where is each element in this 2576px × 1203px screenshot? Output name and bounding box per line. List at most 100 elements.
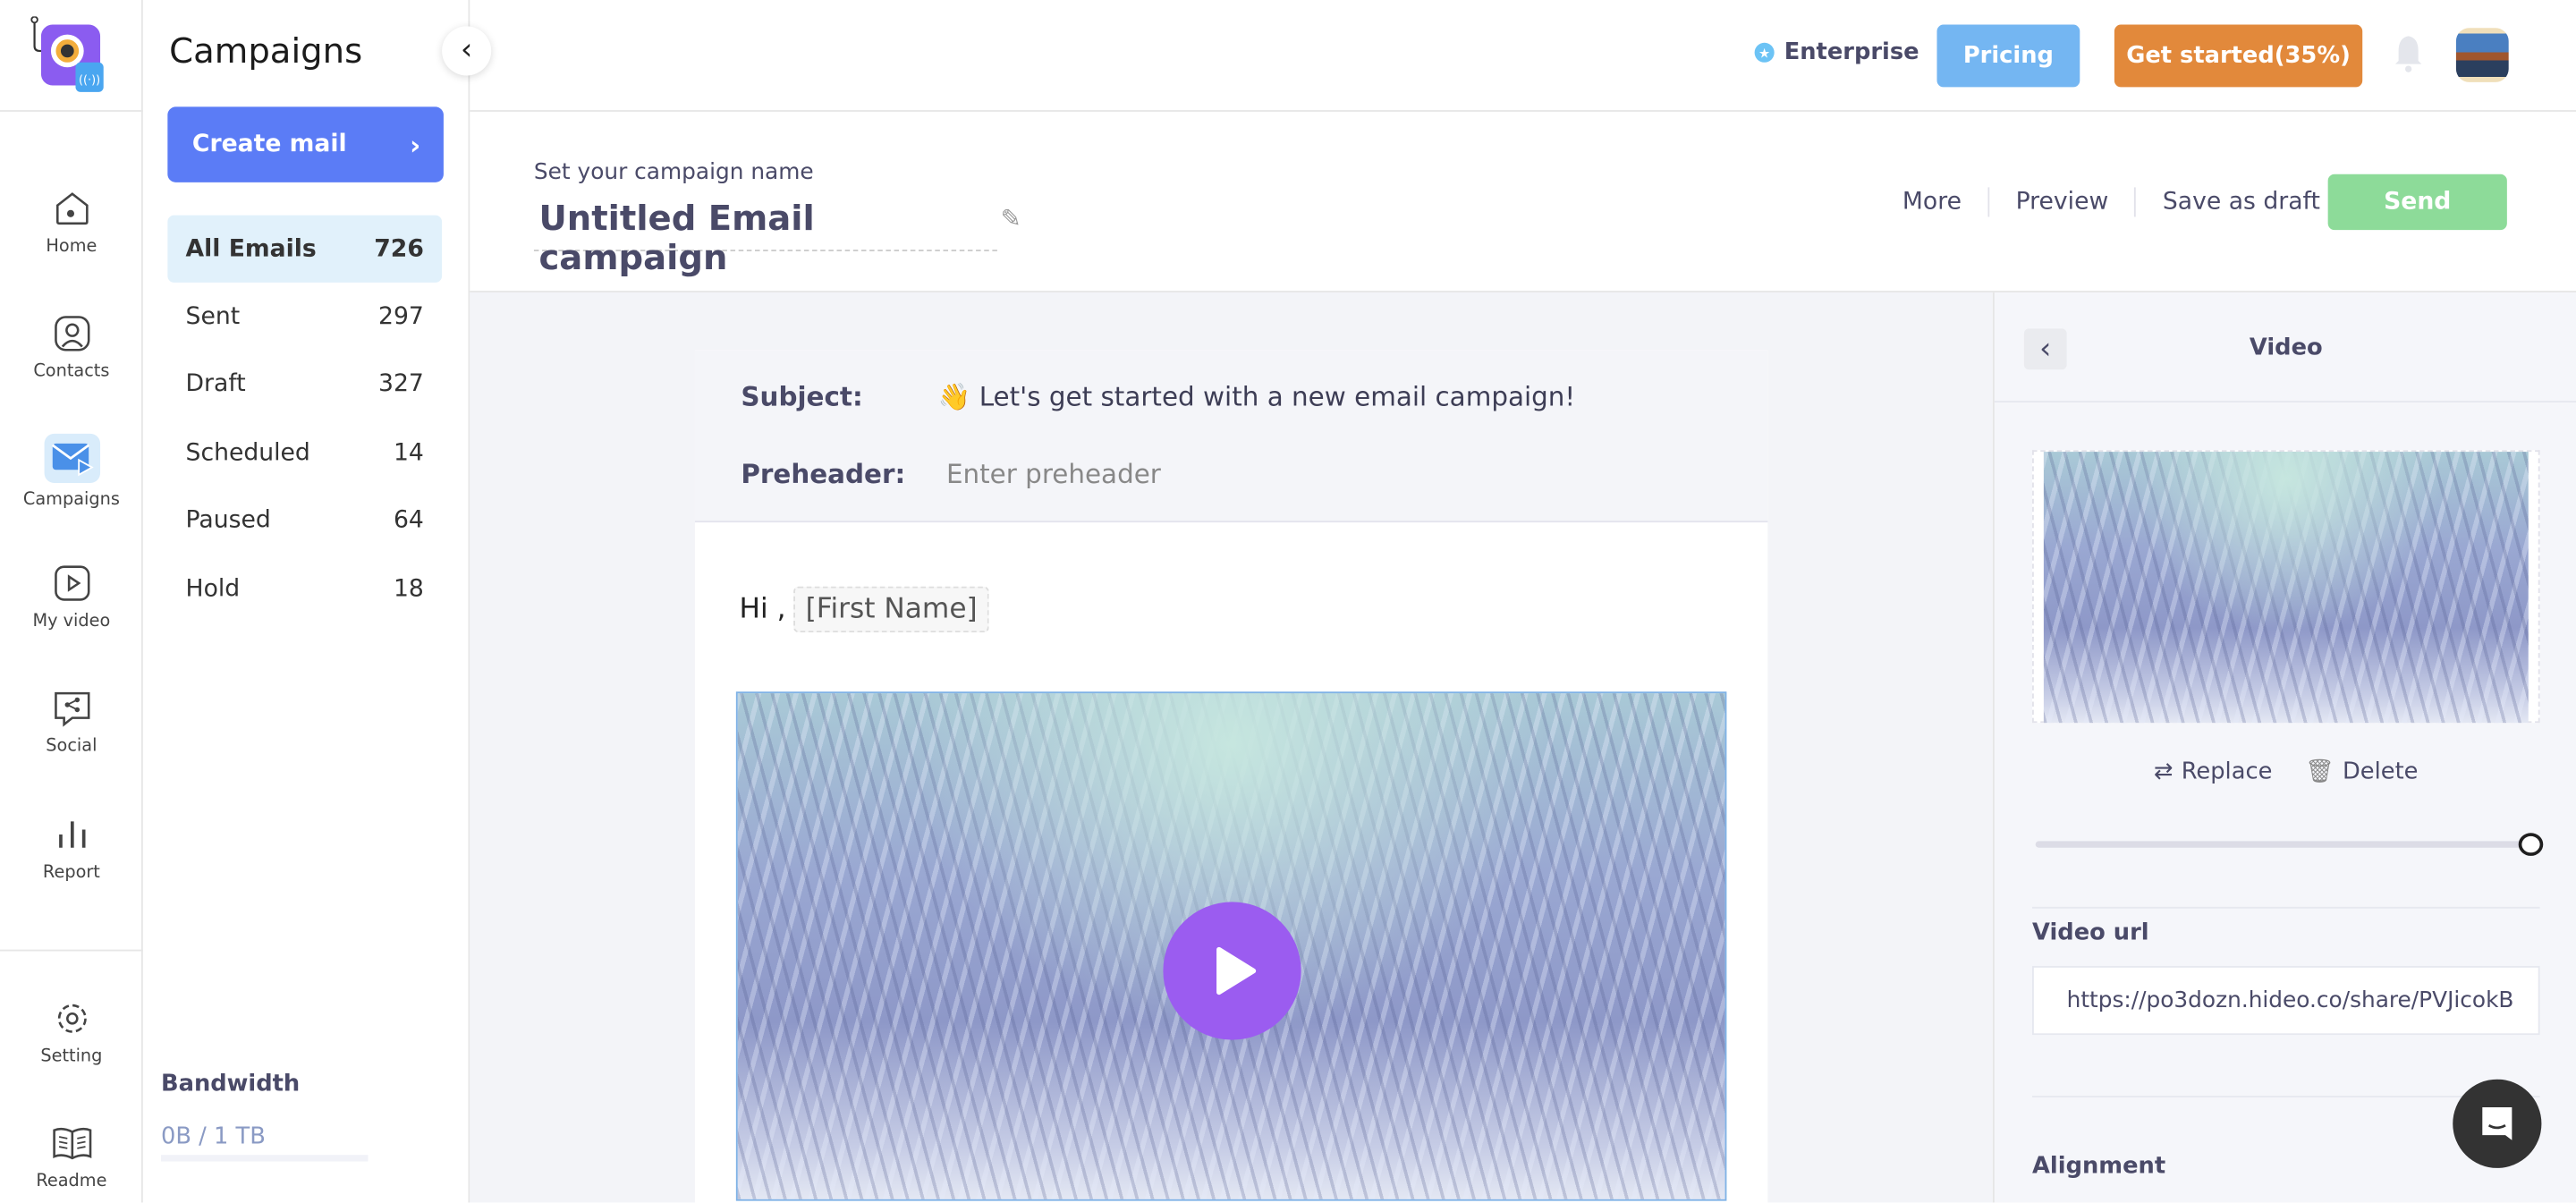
get-started-button[interactable]: Get started(35%) (2114, 24, 2363, 88)
send-button[interactable]: Send (2327, 174, 2507, 231)
play-icon (1216, 946, 1257, 995)
avatar[interactable] (2455, 28, 2509, 82)
nav-label: Readme (36, 1171, 107, 1191)
plan-badge: ★ Enterprise (1754, 39, 1919, 66)
save-draft-button[interactable]: Save as draft (2163, 189, 2320, 215)
video-block[interactable] (735, 691, 1727, 1201)
replace-icon: ⇄ (2153, 758, 2174, 785)
nav-campaigns[interactable]: Campaigns (0, 433, 143, 532)
video-settings-panel: ‹ Video ⇄ Replace 🗑 Delete Video url https… (1992, 292, 2576, 1203)
contacts-icon (50, 312, 93, 355)
replace-button[interactable]: ⇄ Replace (2154, 759, 2272, 785)
panel-title: Campaigns (169, 30, 363, 71)
nav-setting[interactable]: Setting (0, 997, 143, 1096)
preheader-input[interactable]: Enter preheader (946, 458, 1161, 489)
folder-count: 14 (393, 439, 424, 467)
campaign-name-input[interactable]: Untitled Email campaign (533, 199, 997, 277)
bell-icon[interactable] (2394, 35, 2423, 74)
bandwidth-bar (160, 1155, 369, 1162)
replace-label: Replace (2181, 758, 2273, 785)
folder-count: 297 (378, 303, 424, 330)
subject-label: Subject: (741, 381, 863, 413)
folder-label: All Emails (185, 235, 317, 262)
folder-count: 64 (393, 507, 424, 535)
book-icon (50, 1122, 93, 1165)
nav-my-video[interactable]: My video (0, 562, 143, 660)
chat-button[interactable] (2453, 1079, 2542, 1168)
star-icon: ★ (1754, 42, 1775, 63)
bandwidth-value: 0B / 1 TB (160, 1123, 266, 1150)
pricing-button[interactable]: Pricing (1936, 24, 2080, 88)
nav-label: Report (42, 862, 100, 883)
pencil-icon[interactable]: ✎ (1001, 204, 1021, 233)
divider (2134, 187, 2137, 217)
preheader-label: Preheader: (741, 458, 906, 490)
folder-paused[interactable]: Paused 64 (167, 487, 442, 555)
subject-input[interactable]: 👋 Let's get started with a new email cam… (938, 381, 1575, 412)
folder-label: Sent (185, 303, 241, 330)
nav-label: Contacts (33, 361, 110, 382)
delete-label: Delete (2343, 758, 2419, 785)
video-thumbnail (2043, 452, 2529, 724)
slider-handle[interactable] (2518, 833, 2544, 856)
chevron-right-icon: › (410, 129, 421, 161)
video-url-input[interactable]: https://po3dozn.hideo.co/share/PVJicokB (2032, 965, 2540, 1036)
folder-label: Draft (185, 371, 246, 399)
report-icon (50, 813, 93, 856)
main-nav: ((·)) Home Contacts Campaigns My video S… (0, 0, 143, 1203)
folder-hold[interactable]: Hold 18 (167, 555, 442, 623)
home-icon (50, 187, 93, 230)
delete-button[interactable]: 🗑 Delete (2305, 759, 2418, 785)
nav-divider (0, 949, 143, 952)
divider (1987, 187, 1990, 217)
folder-all-emails[interactable]: All Emails 726 (167, 215, 443, 283)
chevron-left-icon: ‹ (461, 32, 473, 68)
divider (2032, 906, 2540, 909)
preview-button[interactable]: Preview (2016, 189, 2109, 215)
nav-contacts[interactable]: Contacts (0, 312, 143, 411)
create-mail-label: Create mail (191, 131, 347, 158)
merge-tag-first-name[interactable]: [First Name] (793, 586, 989, 633)
campaigns-panel: Campaigns Create mail › All Emails 726 Sent… (143, 0, 470, 1203)
nav-label: Setting (40, 1046, 103, 1067)
collapse-panel-button[interactable]: ‹ (442, 26, 492, 76)
folder-label: Hold (185, 575, 241, 603)
campaigns-icon (43, 433, 100, 483)
email-meta: Subject: 👋 Let's get started with a new … (694, 350, 1768, 523)
folder-count: 18 (393, 575, 424, 603)
email-card: Subject: 👋 Let's get started with a new … (694, 350, 1768, 1203)
video-url-label: Video url (2032, 919, 2149, 946)
panel-header: ‹ Video (1994, 292, 2576, 402)
nav-home[interactable]: Home (0, 187, 143, 285)
folder-sent[interactable]: Sent 297 (167, 284, 442, 351)
nav-social[interactable]: Social (0, 687, 143, 785)
bandwidth-label: Bandwidth (160, 1071, 301, 1097)
folder-draft[interactable]: Draft 327 (167, 352, 442, 419)
trash-icon: 🗑 (2305, 758, 2334, 785)
email-canvas: Subject: 👋 Let's get started with a new … (470, 292, 1993, 1203)
campaign-name-label: Set your campaign name (533, 159, 814, 186)
folder-scheduled[interactable]: Scheduled 14 (167, 419, 442, 487)
greeting-text: Hi , (739, 593, 786, 626)
nav-label: Home (46, 236, 97, 257)
svg-text:((·)): ((·)) (79, 74, 100, 88)
nav-label: Social (46, 735, 97, 756)
chat-icon (2482, 1106, 2512, 1140)
create-mail-button[interactable]: Create mail › (167, 106, 444, 182)
alignment-label: Alignment (2032, 1153, 2166, 1180)
nav-report[interactable]: Report (0, 813, 143, 911)
size-slider[interactable] (2035, 841, 2532, 848)
app-logo[interactable]: ((·)) (0, 0, 143, 112)
play-button[interactable] (1163, 902, 1301, 1040)
plan-label: Enterprise (1784, 39, 1919, 66)
folder-count: 726 (374, 235, 424, 262)
top-bar: ★ Enterprise Pricing Get started(35%) (470, 0, 2576, 112)
folder-count: 327 (378, 371, 424, 399)
logo-icon: ((·)) (30, 16, 104, 92)
more-button[interactable]: More (1902, 189, 1962, 215)
social-icon (50, 687, 93, 730)
folder-label: Paused (185, 507, 271, 535)
campaign-header: Set your campaign name Untitled Email ca… (470, 112, 2576, 292)
folder-label: Scheduled (185, 439, 310, 467)
nav-readme[interactable]: Readme (0, 1122, 143, 1202)
